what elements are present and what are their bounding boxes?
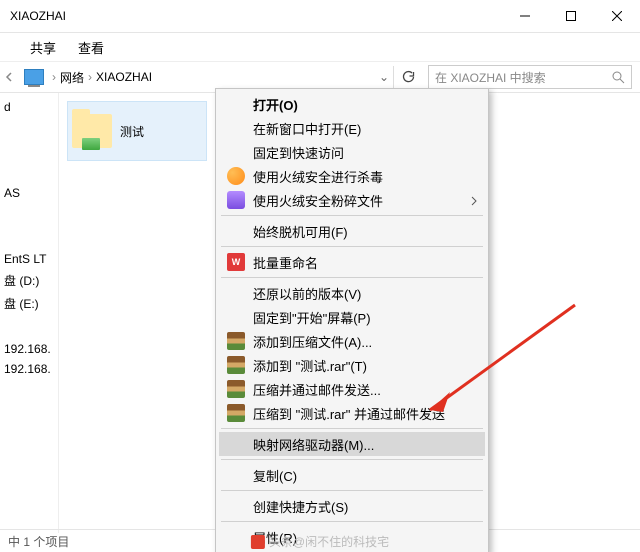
breadcrumb[interactable]: › 网络 › XIAOZHAI	[50, 69, 379, 86]
rar-icon	[227, 356, 245, 374]
menu-add-archive[interactable]: 添加到压缩文件(A)...	[219, 329, 485, 353]
menu-map-network-drive[interactable]: 映射网络驱动器(M)...	[219, 432, 485, 456]
menu-properties[interactable]: 属性(R)	[219, 525, 485, 549]
sidebar-item[interactable]: 192.168.	[0, 359, 58, 379]
menu-separator	[221, 459, 483, 460]
menu-batch-rename[interactable]: W批量重命名	[219, 250, 485, 274]
menu-open[interactable]: 打开(O)	[219, 92, 485, 116]
tab-view[interactable]: 查看	[78, 38, 104, 57]
chevron-right-icon	[471, 196, 477, 206]
menu-huorong-scan[interactable]: 使用火绒安全进行杀毒	[219, 164, 485, 188]
menu-restore-previous[interactable]: 还原以前的版本(V)	[219, 281, 485, 305]
breadcrumb-host[interactable]: XIAOZHAI	[96, 70, 152, 84]
sidebar-item[interactable]: 盘 (E:)	[0, 292, 58, 315]
menu-copy[interactable]: 复制(C)	[219, 463, 485, 487]
context-menu: 打开(O) 在新窗口中打开(E) 固定到快速访问 使用火绒安全进行杀毒 使用火绒…	[215, 88, 489, 552]
window-title: XIAOZHAI	[10, 9, 502, 23]
sidebar-item[interactable]: 盘 (D:)	[0, 269, 58, 292]
search-input[interactable]: 在 XIAOZHAI 中搜索	[428, 65, 632, 89]
menu-separator	[221, 490, 483, 491]
chevron-right-icon: ›	[88, 70, 92, 84]
menu-separator	[221, 428, 483, 429]
menu-always-offline[interactable]: 始终脱机可用(F)	[219, 219, 485, 243]
search-placeholder: 在 XIAOZHAI 中搜索	[435, 69, 612, 86]
shred-icon	[227, 191, 245, 209]
huorong-icon	[227, 167, 245, 185]
folder-item[interactable]: 测试	[67, 101, 207, 161]
menu-huorong-shred[interactable]: 使用火绒安全粉碎文件	[219, 188, 485, 212]
folder-name: 测试	[120, 123, 144, 140]
computer-icon[interactable]	[24, 69, 44, 85]
sidebar-item[interactable]: EntS LT	[0, 249, 58, 269]
menu-separator	[221, 246, 483, 247]
menu-separator	[221, 277, 483, 278]
breadcrumb-network[interactable]: 网络	[60, 69, 84, 86]
menu-pin-start[interactable]: 固定到"开始"屏幕(P)	[219, 305, 485, 329]
sidebar-item[interactable]: d	[0, 97, 58, 117]
chevron-right-icon: ›	[52, 70, 56, 84]
search-icon	[612, 71, 625, 84]
sidebar[interactable]: d AS EntS LT 盘 (D:) 盘 (E:) 192.168. 192.…	[0, 93, 59, 533]
rar-icon	[227, 404, 245, 422]
shared-folder-icon	[72, 114, 112, 148]
rar-icon	[227, 332, 245, 350]
menu-separator	[221, 521, 483, 522]
minimize-button[interactable]	[502, 0, 548, 32]
refresh-icon	[401, 70, 415, 84]
status-item-count: 中 1 个项目	[8, 533, 69, 550]
menu-pin-quick-access[interactable]: 固定到快速访问	[219, 140, 485, 164]
tab-share[interactable]: 共享	[30, 38, 56, 57]
menu-separator	[221, 215, 483, 216]
close-button[interactable]	[594, 0, 640, 32]
refresh-button[interactable]	[393, 66, 422, 88]
wps-icon: W	[227, 253, 245, 271]
chevron-left-icon	[4, 72, 14, 82]
window: XIAOZHAI 共享 查看 › 网络 › XIAOZHAI ⌄ 在 XIAOZ…	[0, 0, 640, 552]
sidebar-item[interactable]: AS	[0, 183, 58, 203]
titlebar: XIAOZHAI	[0, 0, 640, 33]
history-dropdown[interactable]: ⌄	[379, 66, 389, 88]
ribbon-tabs: 共享 查看	[0, 33, 640, 62]
menu-open-new-window[interactable]: 在新窗口中打开(E)	[219, 116, 485, 140]
sidebar-item[interactable]: 192.168.	[0, 339, 58, 359]
menu-create-shortcut[interactable]: 创建快捷方式(S)	[219, 494, 485, 518]
menu-add-rar[interactable]: 添加到 "测试.rar"(T)	[219, 353, 485, 377]
menu-compress-mail[interactable]: 压缩并通过邮件发送...	[219, 377, 485, 401]
maximize-button[interactable]	[548, 0, 594, 32]
rar-icon	[227, 380, 245, 398]
menu-compress-rar-mail[interactable]: 压缩到 "测试.rar" 并通过邮件发送	[219, 401, 485, 425]
